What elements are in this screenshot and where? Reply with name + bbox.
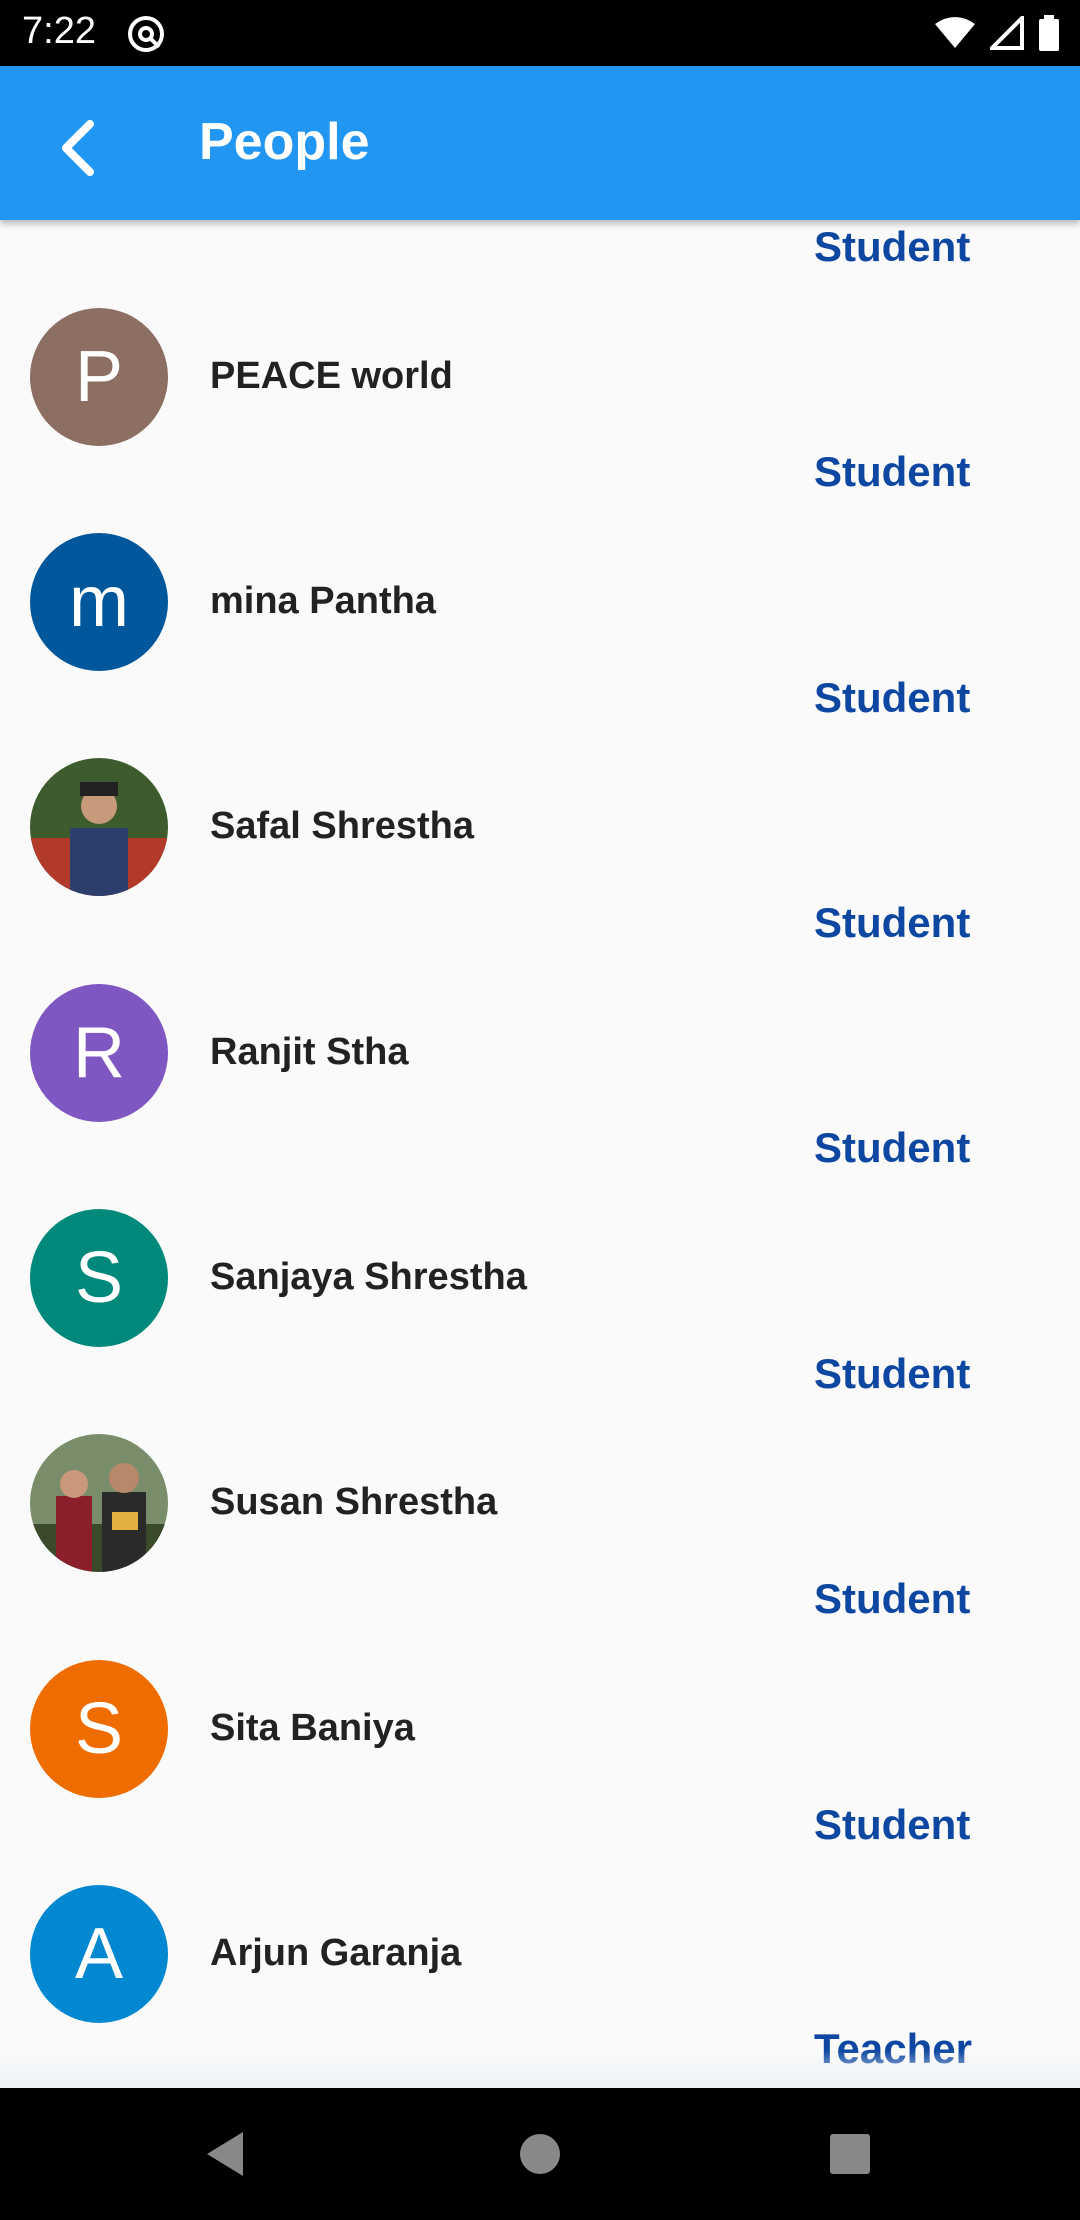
- avatar: m: [30, 533, 168, 671]
- avatar: A: [30, 1885, 168, 2023]
- avatar: R: [30, 984, 168, 1122]
- page-title: People: [199, 113, 370, 171]
- list-item[interactable]: P PEACE world: [0, 293, 1080, 473]
- avatar: S: [30, 1660, 168, 1798]
- person-name: mina Pantha: [210, 580, 436, 622]
- nav-home-button[interactable]: [504, 2118, 576, 2190]
- battery-icon: [1039, 15, 1059, 51]
- system-nav-bar: [0, 2088, 1080, 2220]
- nav-back-button[interactable]: [190, 2118, 262, 2190]
- person-name: Susan Shrestha: [210, 1481, 498, 1523]
- cell-signal-icon: [990, 16, 1024, 50]
- app-bar: People: [0, 66, 1080, 220]
- circle-home-icon: [520, 2134, 560, 2174]
- person-name: Ranjit Stha: [210, 1031, 409, 1073]
- list-item[interactable]: A Arjun Garanja: [0, 1870, 1080, 2050]
- avatar: S: [30, 1209, 168, 1347]
- list-item[interactable]: S Sanjaya Shrestha: [0, 1194, 1080, 1374]
- person-name: Arjun Garanja: [210, 1932, 462, 1974]
- status-time: 7:22: [22, 10, 96, 52]
- list-item[interactable]: R Ranjit Stha: [0, 969, 1080, 1149]
- scroll-fade: [0, 2050, 1080, 2088]
- list-item[interactable]: m mina Pantha: [0, 518, 1080, 698]
- role-label: Student: [814, 223, 971, 270]
- list-item[interactable]: Susan Shrestha: [0, 1419, 1080, 1599]
- person-name: Sanjaya Shrestha: [210, 1256, 527, 1298]
- avatar-photo: [30, 1434, 168, 1572]
- role-label: Student: [814, 1350, 971, 1397]
- wifi-icon: [935, 17, 975, 48]
- nav-recents-button[interactable]: [814, 2118, 886, 2190]
- people-list[interactable]: Student P PEACE world Student m mina Pan…: [0, 220, 1080, 2088]
- back-arrow-icon: [62, 120, 94, 176]
- person-name: Sita Baniya: [210, 1707, 415, 1749]
- role-label: Student: [814, 1124, 971, 1171]
- list-item[interactable]: S Sita Baniya: [0, 1645, 1080, 1825]
- back-button[interactable]: [38, 108, 118, 188]
- person-name: PEACE world: [210, 355, 453, 397]
- avatar-photo: [30, 758, 168, 896]
- status-bar: 7:22: [0, 0, 1080, 66]
- role-label: Student: [814, 1801, 971, 1848]
- role-label: Student: [814, 674, 971, 721]
- person-name: Safal Shrestha: [210, 805, 474, 847]
- triangle-back-icon: [207, 2132, 243, 2176]
- role-label: Student: [814, 448, 971, 495]
- avatar: P: [30, 308, 168, 446]
- at-sign-icon: [128, 16, 164, 52]
- square-recents-icon: [830, 2134, 870, 2174]
- role-label: Student: [814, 1575, 971, 1622]
- role-label: Student: [814, 899, 971, 946]
- list-item[interactable]: Safal Shrestha: [0, 743, 1080, 923]
